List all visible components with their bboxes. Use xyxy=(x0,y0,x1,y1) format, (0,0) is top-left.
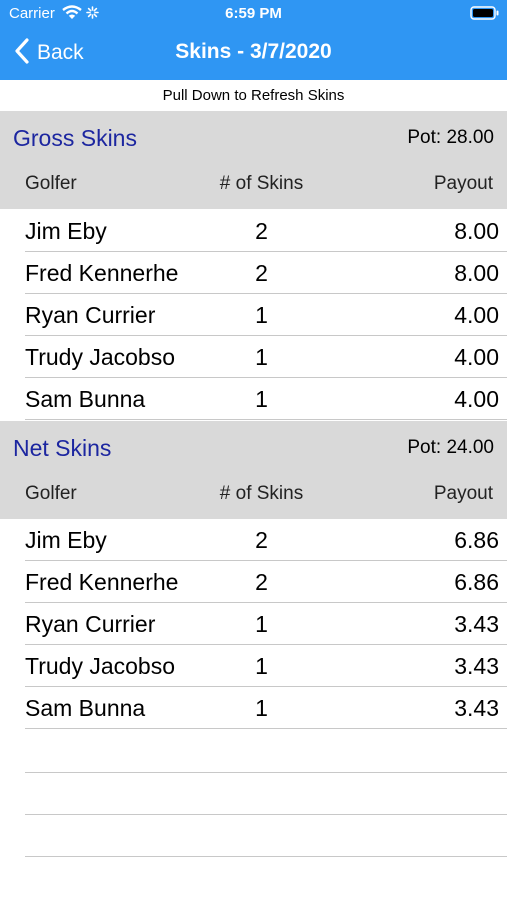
status-time: 6:59 PM xyxy=(225,5,282,22)
skins-count: 2 xyxy=(255,218,268,244)
empty-row-separator xyxy=(25,856,507,857)
section-title: Net Skins xyxy=(13,435,112,461)
column-header-payout: Payout xyxy=(433,483,493,504)
table-row[interactable]: Ryan Currier 1 4.00 xyxy=(0,294,507,336)
empty-row-separator xyxy=(25,772,507,773)
skins-count: 1 xyxy=(255,302,268,328)
payout-amount: 8.00 xyxy=(454,218,499,244)
gross-skins-header: Gross Skins Pot: 28.00 Golfer # of Skins… xyxy=(0,111,507,209)
payout-amount: 4.00 xyxy=(454,344,499,370)
navigation-bar: Carrier 6:59 PM Back Skins - 3/7/2020 xyxy=(0,0,507,80)
net-skins-list: Jim Eby 2 6.86 Fred Kennerhe 2 6.86 Ryan… xyxy=(0,519,507,729)
skins-count: 1 xyxy=(255,344,268,370)
skins-count: 2 xyxy=(255,527,268,553)
payout-amount: 4.00 xyxy=(454,386,499,412)
table-row[interactable]: Fred Kennerhe 2 8.00 xyxy=(0,252,507,294)
skins-count: 1 xyxy=(255,695,268,721)
table-row[interactable]: Sam Bunna 1 4.00 xyxy=(0,378,507,420)
section-title: Gross Skins xyxy=(13,125,137,151)
pot-amount: Pot: 28.00 xyxy=(407,127,494,148)
skins-count: 2 xyxy=(255,260,268,286)
pot-amount: Pot: 24.00 xyxy=(407,437,494,458)
column-header-skins: # of Skins xyxy=(219,173,304,194)
table-row[interactable]: Trudy Jacobso 1 4.00 xyxy=(0,336,507,378)
table-row[interactable]: Sam Bunna 1 3.43 xyxy=(0,687,507,729)
table-row[interactable]: Jim Eby 2 8.00 xyxy=(0,210,507,252)
table-row[interactable]: Ryan Currier 1 3.43 xyxy=(0,603,507,645)
payout-amount: 4.00 xyxy=(454,302,499,328)
skins-count: 1 xyxy=(255,386,268,412)
status-bar: Carrier 6:59 PM xyxy=(0,0,507,28)
table-row[interactable]: Fred Kennerhe 2 6.86 xyxy=(0,561,507,603)
page-title: Skins - 3/7/2020 xyxy=(175,40,332,63)
payout-amount: 6.86 xyxy=(454,527,499,553)
column-header-skins: # of Skins xyxy=(219,483,304,504)
table-row[interactable]: Trudy Jacobso 1 3.43 xyxy=(0,645,507,687)
refresh-hint: Pull Down to Refresh Skins xyxy=(162,87,345,104)
column-header-payout: Payout xyxy=(433,173,493,194)
payout-amount: 3.43 xyxy=(454,611,499,637)
net-skins-header: Net Skins Pot: 24.00 Golfer # of Skins P… xyxy=(0,421,507,519)
skins-count: 2 xyxy=(255,569,268,595)
table-row[interactable]: Jim Eby 2 6.86 xyxy=(0,519,507,561)
skins-count: 1 xyxy=(255,611,268,637)
gross-skins-list: Jim Eby 2 8.00 Fred Kennerhe 2 8.00 Ryan… xyxy=(0,210,507,420)
payout-amount: 8.00 xyxy=(454,260,499,286)
payout-amount: 3.43 xyxy=(454,653,499,679)
payout-amount: 6.86 xyxy=(454,569,499,595)
empty-row-separator xyxy=(25,814,507,815)
battery-icon xyxy=(470,6,500,25)
payout-amount: 3.43 xyxy=(454,695,499,721)
skins-count: 1 xyxy=(255,653,268,679)
